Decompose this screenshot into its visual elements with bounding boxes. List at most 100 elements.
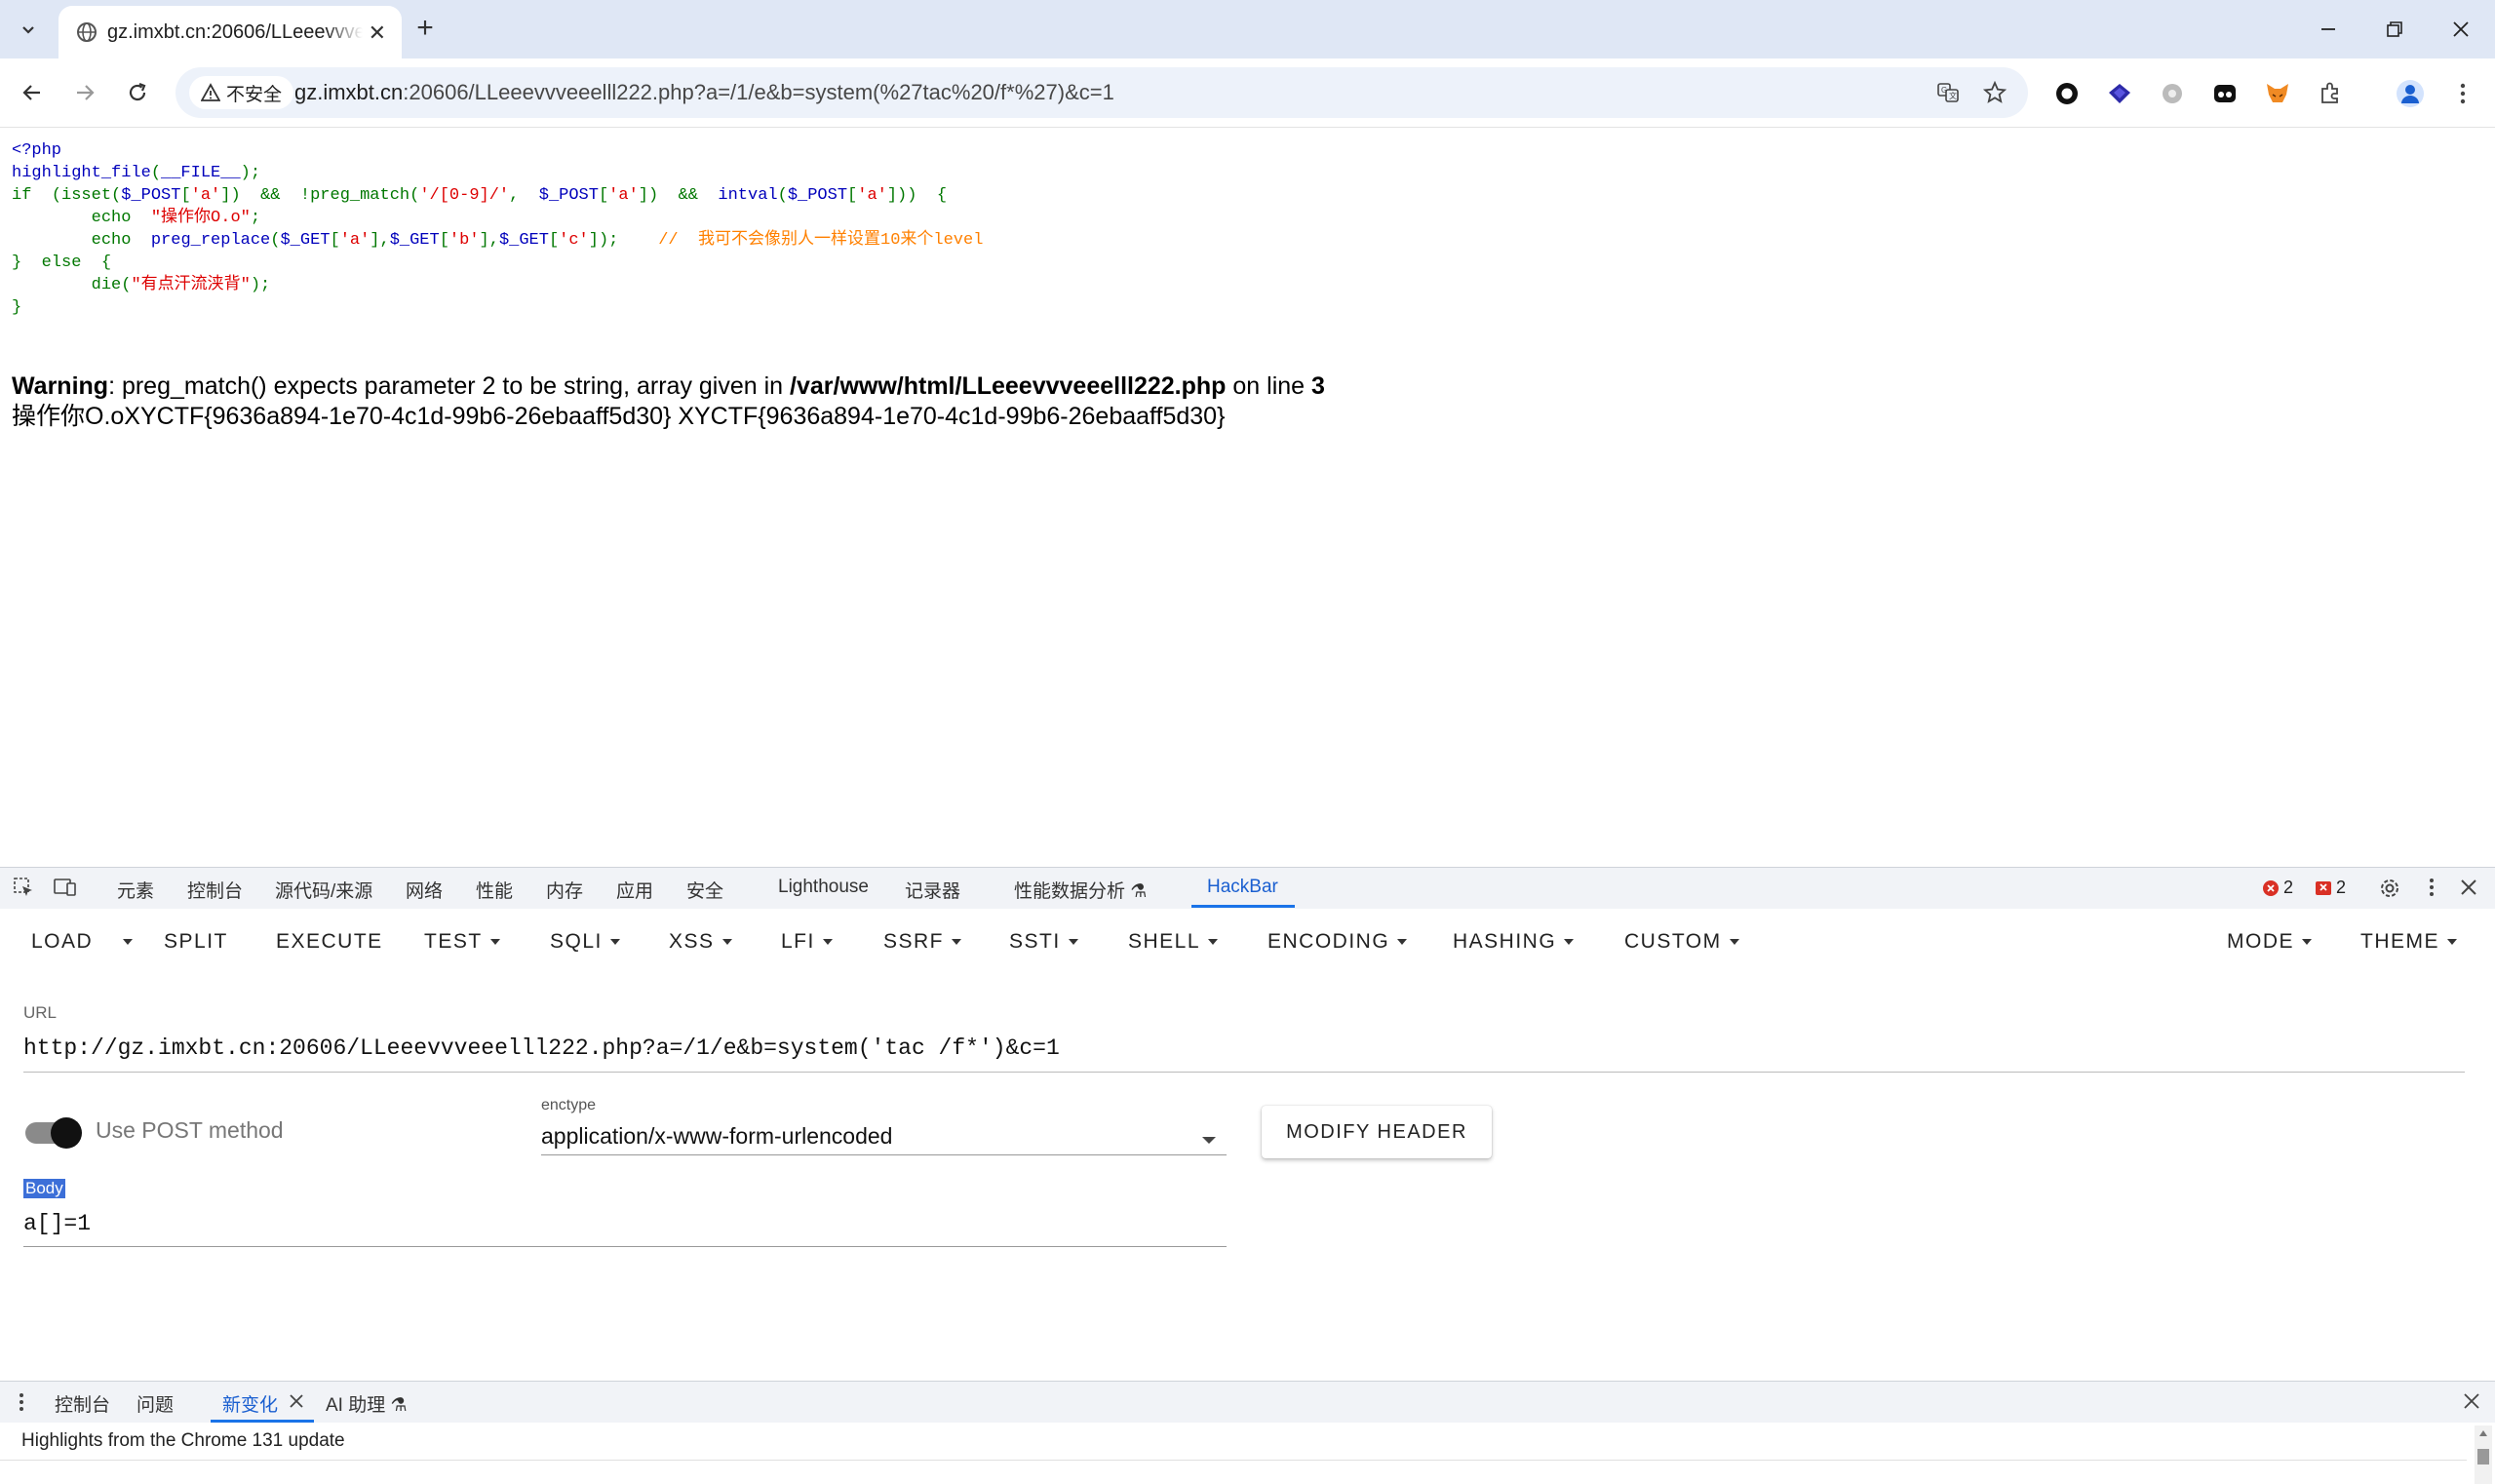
error-counter[interactable]: 2 — [2262, 878, 2293, 898]
translate-icon[interactable]: G文 — [1934, 79, 1962, 106]
warning-triangle-icon — [201, 83, 220, 101]
extension-record-icon[interactable] — [2049, 76, 2085, 111]
load-button[interactable]: LOAD — [31, 930, 93, 954]
issue-flag-icon — [2316, 880, 2331, 895]
body-input[interactable]: a[]=1 — [23, 1211, 91, 1236]
enctype-select[interactable]: application/x-www-form-urlencoded — [541, 1123, 892, 1150]
split-button[interactable]: SPLIT — [164, 930, 228, 954]
back-icon[interactable] — [12, 72, 53, 113]
modify-header-button[interactable]: MODIFY HEADER — [1262, 1106, 1492, 1158]
caret-down-icon — [721, 939, 732, 946]
scroll-up-arrow-icon[interactable] — [2478, 1429, 2488, 1437]
sqli-menu[interactable]: SQLI — [550, 930, 620, 954]
enctype-dropdown-arrow-icon[interactable] — [1201, 1133, 1217, 1151]
security-chip[interactable]: 不安全 — [189, 76, 294, 109]
extension-gear-gray-icon[interactable] — [2155, 76, 2190, 111]
drawer-tab-issues[interactable]: 问题 — [136, 1390, 174, 1417]
error-circle-icon — [2263, 879, 2279, 896]
perf-insights-label: 性能数据分析 — [1014, 881, 1126, 902]
extension-layers-icon[interactable] — [2102, 76, 2137, 111]
whats-new-panel: Highlights from the Chrome 131 update — [0, 1423, 2495, 1484]
devtools-tab-elements[interactable]: 元素 — [117, 877, 154, 903]
close-devtools-icon[interactable] — [2459, 878, 2478, 902]
devtools-tab-application[interactable]: 应用 — [616, 877, 653, 903]
scrollbar-thumb[interactable] — [2477, 1449, 2489, 1464]
close-window-icon[interactable] — [2432, 8, 2490, 51]
php-output: Warning: preg_match() expects parameter … — [12, 371, 1325, 432]
code-line-5: echo preg_replace($_GET['a'],$_GET['b'],… — [91, 231, 984, 250]
drawer-menu-icon[interactable] — [18, 1390, 25, 1419]
chevron-down-icon — [22, 26, 34, 34]
warning-path: /var/www/html/LLeeevvveeelll222.php — [790, 372, 1227, 400]
devtools-tab-console[interactable]: 控制台 — [187, 877, 243, 903]
new-tab-button[interactable]: + — [408, 12, 443, 47]
reload-icon[interactable] — [117, 72, 158, 113]
devtools-tab-sources[interactable]: 源代码/来源 — [275, 877, 372, 903]
restore-icon[interactable] — [2365, 8, 2424, 51]
extensions-puzzle-icon[interactable] — [2313, 76, 2348, 111]
settings-gear-icon[interactable] — [2377, 876, 2402, 906]
devtools-tab-memory[interactable]: 内存 — [546, 877, 583, 903]
devtools-tab-recorder[interactable]: 记录器 — [905, 877, 960, 903]
minimize-icon[interactable] — [2299, 8, 2358, 51]
devtools-tab-performance[interactable]: 性能 — [476, 877, 513, 903]
url-text[interactable]: gz.imxbt.cn:20606/LLeeevvveeelll222.php?… — [294, 80, 1114, 105]
drawer-tab-console[interactable]: 控制台 — [55, 1390, 110, 1417]
devtools-tab-security[interactable]: 安全 — [686, 877, 723, 903]
drawer-tab-whats-new[interactable]: 新变化 — [222, 1390, 278, 1417]
warning-label: Warning — [12, 372, 109, 400]
close-tab-icon[interactable]: ✕ — [369, 20, 386, 46]
encoding-menu[interactable]: ENCODING — [1267, 930, 1408, 954]
hackbar-menu: LOAD SPLIT EXECUTE TEST SQLI XSS LFI SSR… — [0, 909, 2495, 977]
inspect-element-icon[interactable] — [12, 876, 35, 904]
php-source-code: <?php highlight_file(__FILE__); if (isse… — [12, 139, 983, 319]
encoding-label: ENCODING — [1267, 930, 1390, 953]
theme-menu[interactable]: THEME — [2360, 930, 2457, 954]
caret-down-icon — [609, 939, 620, 946]
issues-counter[interactable]: 2 — [2315, 878, 2346, 898]
devtools-tab-network[interactable]: 网络 — [406, 877, 443, 903]
bookmark-star-icon[interactable] — [1981, 79, 2008, 106]
lfi-menu[interactable]: LFI — [781, 930, 833, 954]
ssti-menu[interactable]: SSTI — [1009, 930, 1078, 954]
devtools-tab-hackbar[interactable]: HackBar — [1207, 877, 1278, 898]
browser-tab[interactable]: gz.imxbt.cn:20606/LLeeevvve ✕ — [58, 6, 402, 59]
load-dropdown[interactable] — [115, 930, 133, 954]
shell-label: SHELL — [1128, 930, 1201, 953]
device-toolbar-icon[interactable] — [53, 876, 78, 904]
chrome-menu-icon[interactable] — [2445, 76, 2480, 111]
drawer-scrollbar[interactable] — [2475, 1425, 2492, 1484]
devtools-tabbar: 元素 控制台 源代码/来源 网络 性能 内存 应用 安全 Lighthouse … — [0, 867, 2495, 910]
xss-menu[interactable]: XSS — [669, 930, 732, 954]
devtools-more-icon[interactable] — [2428, 876, 2436, 904]
forward-icon[interactable] — [64, 72, 105, 113]
mode-menu[interactable]: MODE — [2227, 930, 2312, 954]
test-menu[interactable]: TEST — [424, 930, 500, 954]
url-host: gz.imxbt.cn — [294, 80, 404, 104]
page-content: <?php highlight_file(__FILE__); if (isse… — [0, 128, 2495, 867]
ssti-label: SSTI — [1009, 930, 1061, 953]
close-whats-new-icon[interactable] — [289, 1393, 304, 1414]
extension-glasses-icon[interactable] — [2207, 76, 2242, 111]
close-drawer-icon[interactable] — [2463, 1392, 2480, 1415]
devtools-tab-perf-insights[interactable]: 性能数据分析 ⚗ — [1014, 877, 1147, 903]
profile-avatar-icon[interactable] — [2393, 76, 2428, 111]
execute-button[interactable]: EXECUTE — [276, 930, 383, 954]
code-line-2: highlight_file(__FILE__); — [12, 164, 261, 182]
code-line-3: if (isset($_POST['a']) && !preg_match('/… — [12, 186, 948, 205]
post-toggle-switch[interactable] — [51, 1117, 82, 1149]
extension-fox-icon[interactable] — [2260, 76, 2295, 111]
code-line-4: echo "操作你O.o"; — [91, 209, 261, 227]
devtools-tab-lighthouse[interactable]: Lighthouse — [778, 877, 869, 898]
url-input[interactable]: http://gz.imxbt.cn:20606/LLeeevvveeelll2… — [23, 1035, 1060, 1061]
tab-search-button[interactable] — [12, 14, 45, 45]
ssrf-menu[interactable]: SSRF — [883, 930, 962, 954]
code-line-7: die("有点汗流浃背"); — [91, 276, 271, 294]
shell-menu[interactable]: SHELL — [1128, 930, 1219, 954]
xss-label: XSS — [669, 930, 715, 953]
address-bar[interactable]: 不安全 gz.imxbt.cn:20606/LLeeevvveeelll222.… — [175, 67, 2028, 118]
drawer-tab-ai-assistant[interactable]: AI 助理 ⚗ — [326, 1390, 408, 1417]
error-count: 2 — [2283, 878, 2294, 897]
custom-menu[interactable]: CUSTOM — [1624, 930, 1739, 954]
hashing-menu[interactable]: HASHING — [1453, 930, 1575, 954]
